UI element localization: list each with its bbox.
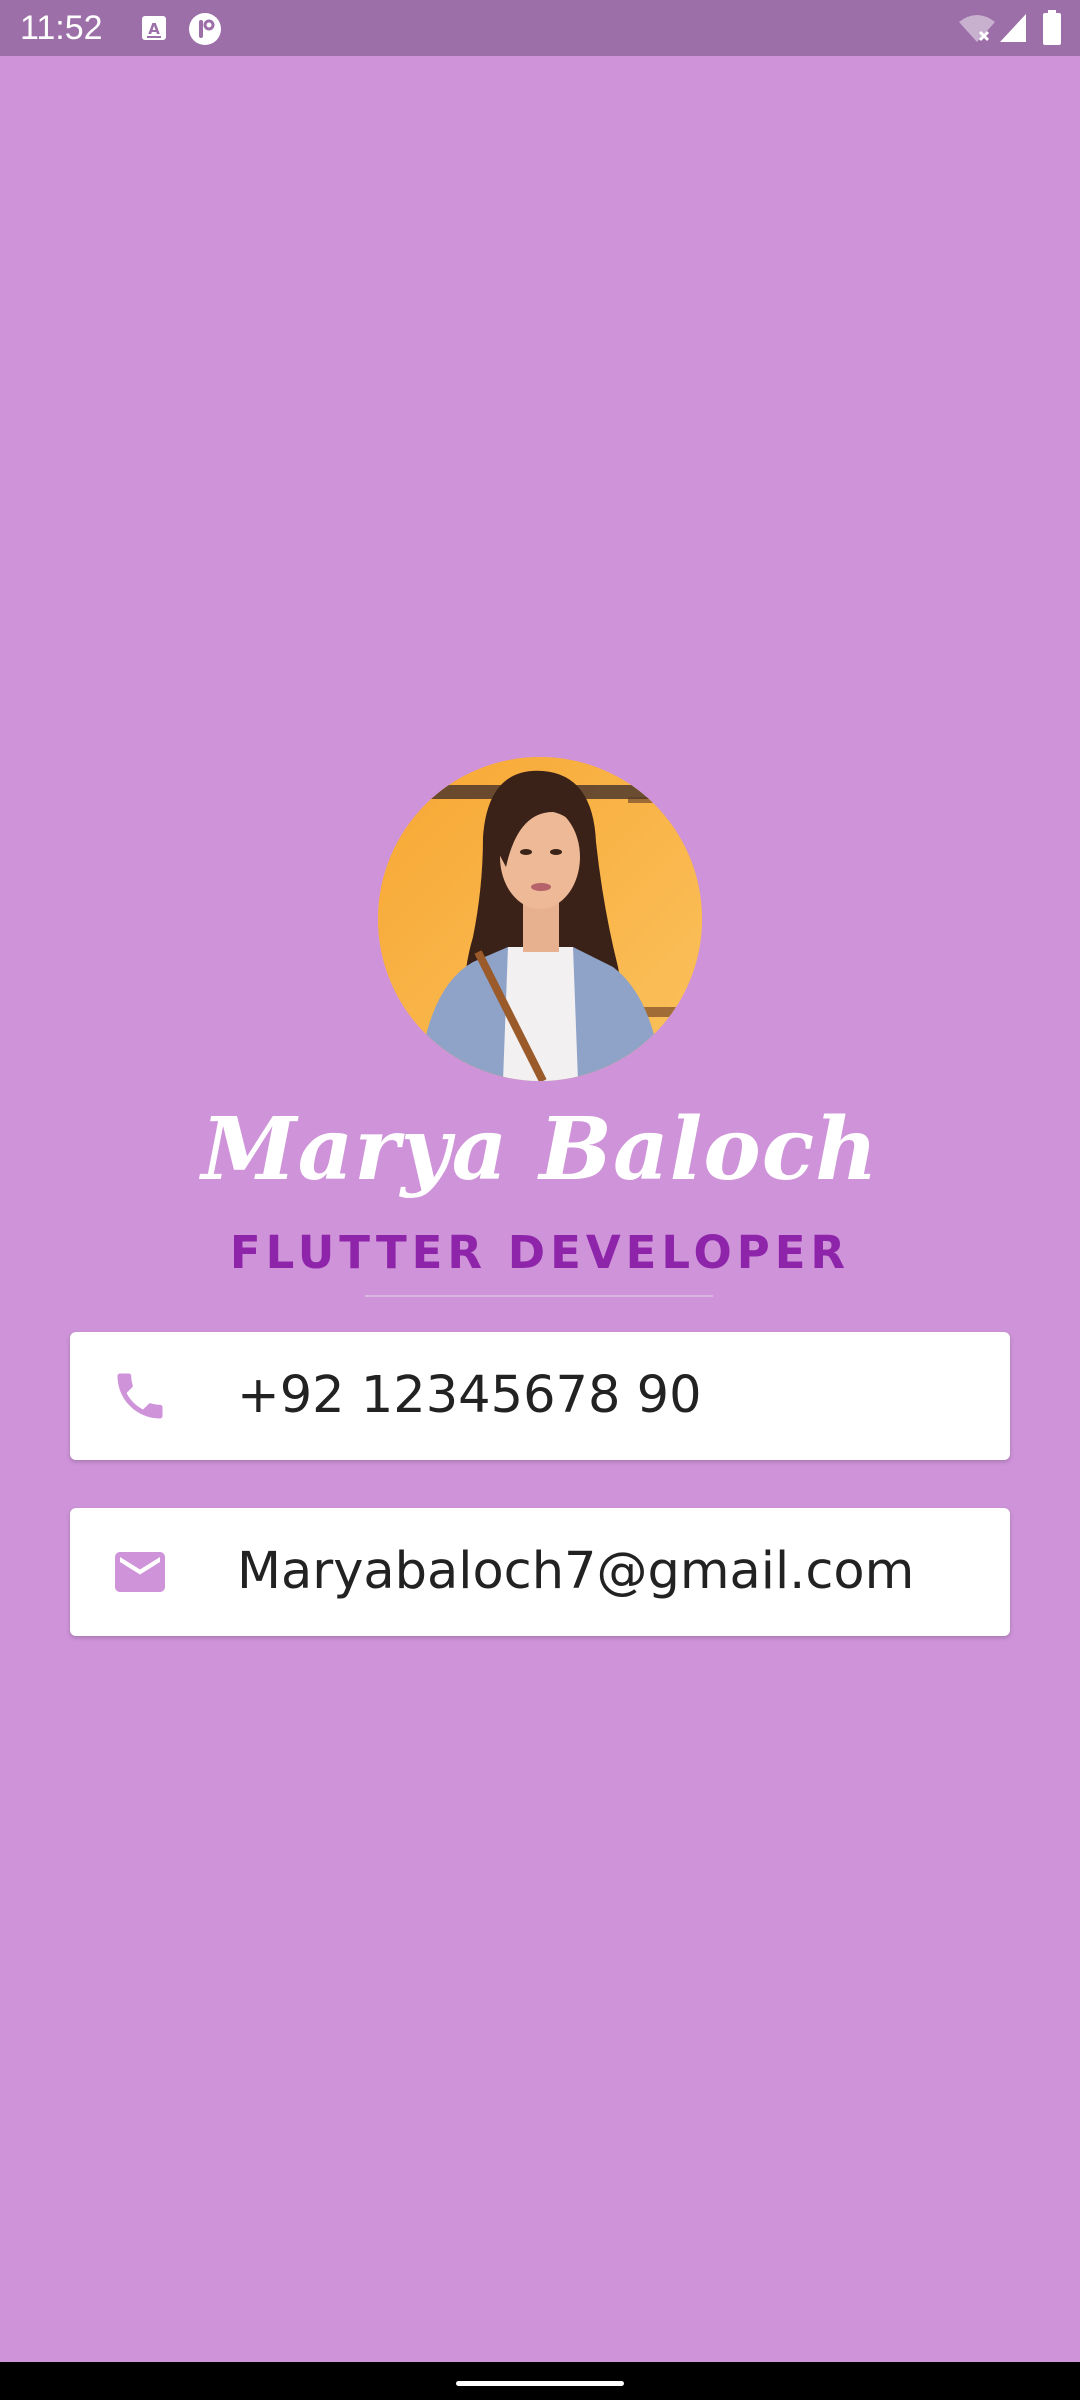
phone-number: +92 12345678 90 — [237, 1366, 702, 1425]
wifi-off-icon — [959, 15, 995, 42]
phone-card[interactable]: +92 12345678 90 — [70, 1332, 1010, 1460]
svg-text:A: A — [148, 20, 160, 38]
profile-photo — [378, 757, 702, 1081]
profile-name: Marya Baloch — [201, 1099, 879, 1200]
battery-icon — [1043, 10, 1061, 45]
email-icon — [115, 1552, 165, 1592]
status-bar: 11:52 A — [0, 0, 1080, 56]
keyboard-a-icon: A — [142, 16, 166, 40]
divider — [365, 1295, 713, 1297]
home-gesture-handle[interactable] — [456, 2381, 624, 2386]
email-card[interactable]: Maryabaloch7@gmail.com — [70, 1508, 1010, 1636]
phone-icon — [117, 1373, 163, 1419]
status-time: 11:52 — [20, 9, 103, 47]
profile-role: FLUTTER DEVELOPER — [229, 1226, 851, 1279]
signal-icon — [1000, 14, 1026, 42]
app-screen: 11:52 A Marya Baloch FLUTTER DEVELOPER +… — [0, 0, 1080, 2400]
avatar — [378, 757, 702, 1081]
notification-app-icon — [189, 13, 221, 45]
email-address: Maryabaloch7@gmail.com — [237, 1542, 915, 1601]
